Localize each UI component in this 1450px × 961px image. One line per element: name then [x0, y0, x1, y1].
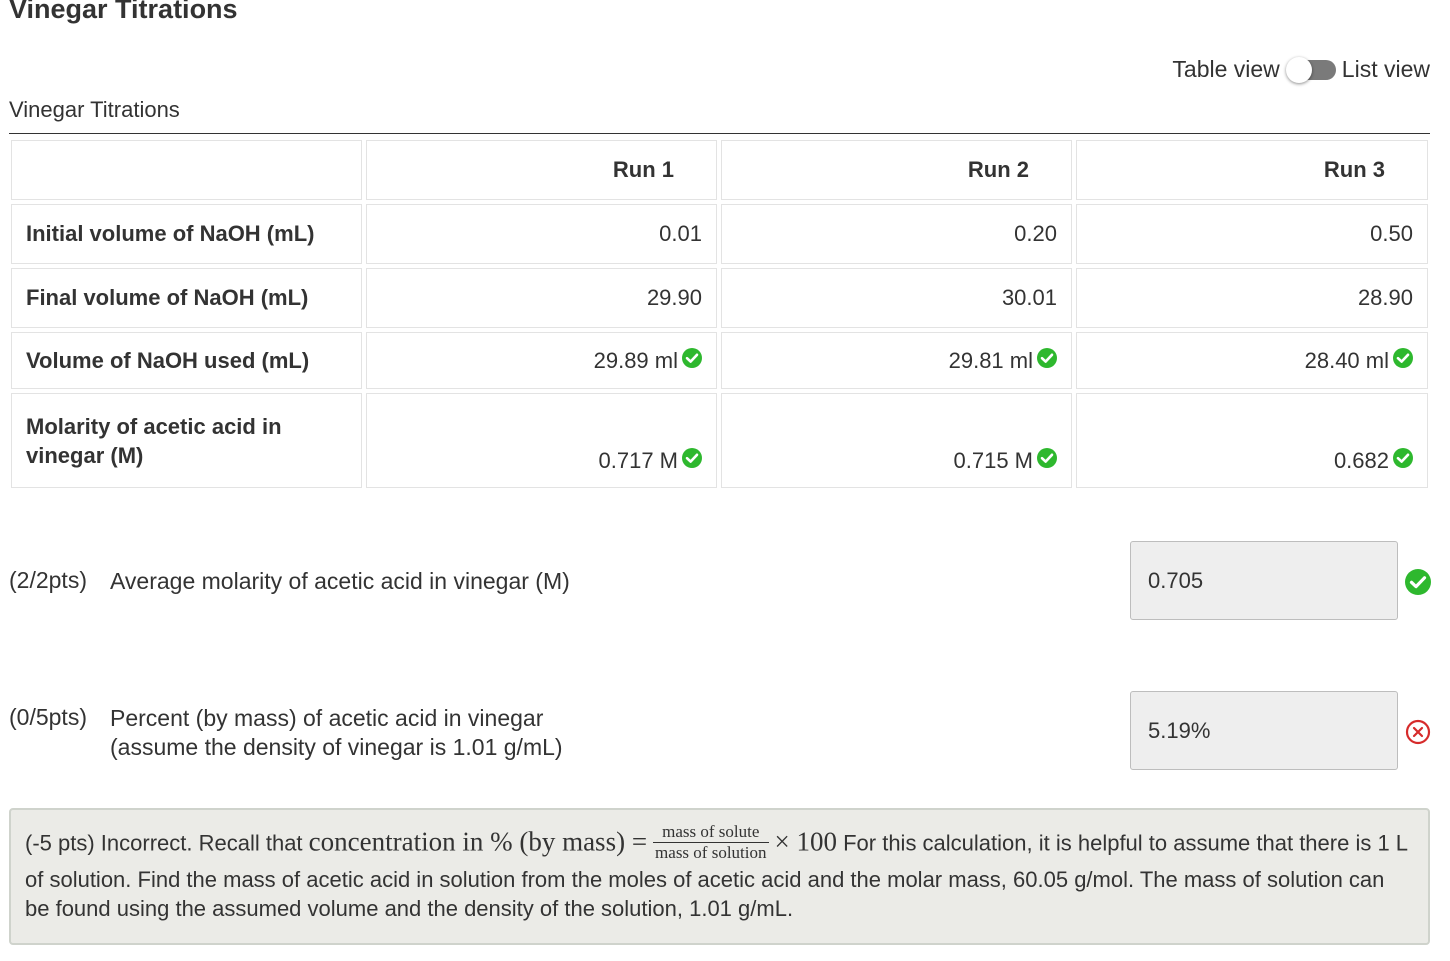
answer-value: 0.705 — [1148, 567, 1204, 593]
row-label-final-volume: Final volume of NaOH (mL) — [11, 268, 362, 328]
cell-value: 29.89 ml — [593, 347, 678, 373]
feedback-prefix: (-5 pts) Incorrect. Recall that — [25, 830, 309, 856]
table-row: Molarity of acetic acid in vinegar (M) 0… — [11, 393, 1428, 488]
x-circle-icon — [1405, 719, 1431, 745]
table-cell: 0.715 M — [721, 393, 1072, 488]
page-title: Vinegar Titrations — [9, 0, 238, 24]
column-header-run-2: Run 2 — [721, 140, 1072, 200]
feedback-box: (-5 pts) Incorrect. Recall that concentr… — [9, 808, 1430, 945]
table-corner-cell — [11, 140, 362, 200]
list-view-label: List view — [1341, 56, 1430, 82]
table-cell: 0.01 — [366, 204, 717, 264]
table-row: Initial volume of NaOH (mL) 0.01 0.20 0.… — [11, 204, 1428, 264]
table-view-label: Table view — [1172, 56, 1280, 82]
answer-input-average-molarity[interactable]: 0.705 — [1130, 541, 1398, 620]
check-circle-icon — [682, 447, 702, 468]
table-cell: 29.89 ml — [366, 332, 717, 389]
table-cell: 0.50 — [1076, 204, 1428, 264]
table-row: Volume of NaOH used (mL) 29.89 ml 29.81 … — [11, 332, 1428, 389]
check-circle-icon — [1037, 347, 1057, 368]
cell-value: 0.717 M — [598, 448, 679, 473]
view-toggle-switch[interactable] — [1285, 56, 1336, 83]
formula-rhs: × 100 — [774, 826, 837, 857]
section-label: Vinegar Titrations — [9, 97, 180, 122]
question-average-molarity: (2/2pts) Average molarity of acetic acid … — [9, 567, 570, 596]
check-circle-icon — [1393, 447, 1413, 468]
question-points: (0/5pts) — [9, 704, 87, 730]
row-label-molarity: Molarity of acetic acid in vinegar (M) — [11, 393, 362, 488]
row-label-initial-volume: Initial volume of NaOH (mL) — [11, 204, 362, 264]
question-text-line-2: (assume the density of vinegar is 1.01 g… — [110, 734, 563, 760]
question-points: (2/2pts) — [9, 567, 87, 593]
column-header-run-1: Run 1 — [366, 140, 717, 200]
view-toggle: Table view List view — [1172, 56, 1430, 83]
answer-input-percent-by-mass[interactable]: 5.19% — [1130, 691, 1398, 770]
row-label-volume-used: Volume of NaOH used (mL) — [11, 332, 362, 389]
question-text: Average molarity of acetic acid in vineg… — [110, 568, 570, 594]
check-circle-icon — [1037, 447, 1057, 468]
toggle-knob[interactable] — [1285, 56, 1312, 83]
cell-value: 0.715 M — [953, 448, 1034, 473]
table-cell: 28.90 — [1076, 268, 1428, 328]
table-cell: 0.20 — [721, 204, 1072, 264]
formula-lhs: concentration in % (by mass) = — [308, 826, 648, 857]
table-header-row: Run 1 Run 2 Run 3 — [11, 140, 1428, 200]
cell-value: 0.682 — [1333, 448, 1389, 473]
fraction-denominator: mass of solution — [655, 843, 767, 862]
table-cell: 28.40 ml — [1076, 332, 1428, 389]
cell-value: 28.40 ml — [1304, 347, 1389, 373]
table-cell: 0.682 — [1076, 393, 1428, 488]
table-row: Final volume of NaOH (mL) 29.90 30.01 28… — [11, 268, 1428, 328]
question-percent-by-mass: (0/5pts) Percent (by mass) of acetic acid… — [9, 704, 563, 762]
table-cell: 29.81 ml — [721, 332, 1072, 389]
check-circle-icon — [1393, 347, 1413, 368]
titration-table: Run 1 Run 2 Run 3 Initial volume of NaOH… — [7, 136, 1432, 492]
table-cell: 30.01 — [721, 268, 1072, 328]
answer-value: 5.19% — [1148, 717, 1211, 743]
table-cell: 29.90 — [366, 268, 717, 328]
column-header-run-3: Run 3 — [1076, 140, 1428, 200]
question-text: Percent (by mass) of acetic acid in vine… — [110, 704, 563, 762]
formula-fraction: mass of solute mass of solution — [653, 822, 769, 863]
question-text-line-1: Percent (by mass) of acetic acid in vine… — [110, 705, 544, 731]
check-circle-icon — [682, 347, 702, 368]
fraction-numerator: mass of solute — [653, 822, 769, 843]
section-divider — [9, 133, 1430, 134]
page: Vinegar Titrations Table view List view … — [0, 0, 1450, 961]
check-circle-icon — [1405, 569, 1431, 595]
cell-value: 29.81 ml — [948, 347, 1033, 373]
table-cell: 0.717 M — [366, 393, 717, 488]
